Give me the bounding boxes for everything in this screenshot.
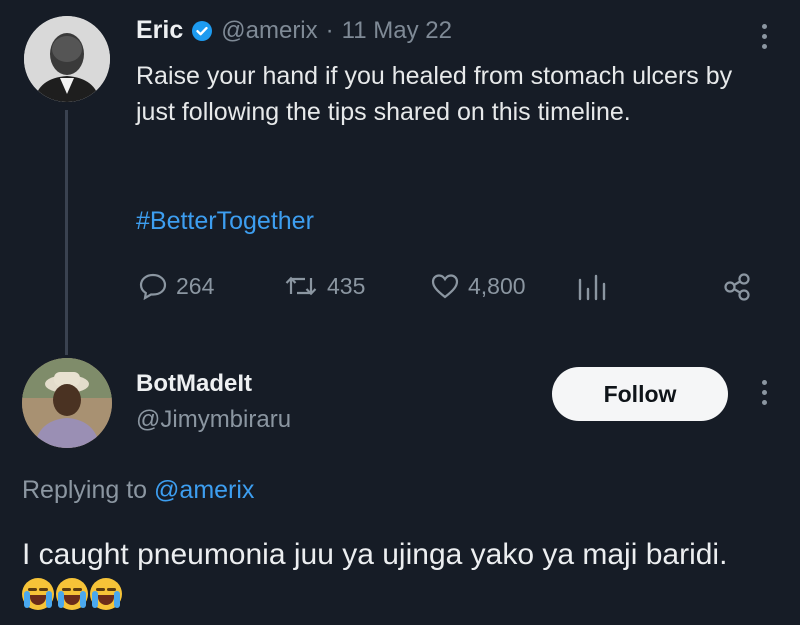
reply-author-name[interactable]: BotMadeIt [136,370,252,398]
reply-text-block: I caught pneumonia juu ya ujinga yako ya… [22,534,782,618]
follow-button[interactable]: Follow [552,367,728,421]
replying-to-line: Replying to @amerix [22,476,254,505]
tweet-hashtag[interactable]: #BetterTogether [136,207,314,236]
replying-to-handle[interactable]: @amerix [154,476,254,504]
reply-author-avatar[interactable] [22,358,112,448]
retweet-icon [285,276,317,296]
like-action[interactable]: 4,800 [430,272,526,300]
author-handle[interactable]: @amerix [221,17,317,45]
heart-icon [431,274,459,299]
reply-author-handle[interactable]: @Jimymbiraru [136,406,291,434]
replying-to-label: Replying to [22,476,148,504]
thread-connector-line [65,110,68,355]
tweet-date[interactable]: 11 May 22 [342,17,452,45]
loudly-crying-face-icon [22,578,124,613]
share-icon[interactable] [722,272,752,307]
reply-count: 264 [176,272,215,299]
tweet-text: Raise your hand if you healed from stoma… [136,62,733,126]
verified-badge-icon [191,20,213,42]
retweet-count: 435 [327,272,366,299]
author-avatar[interactable] [24,16,110,102]
retweet-action[interactable]: 435 [283,272,365,300]
reply-action[interactable]: 264 [138,272,214,300]
reply-text: I caught pneumonia juu ya ujinga yako ya… [22,538,728,571]
meta-separator: · [325,16,334,44]
tweet-more-options-icon[interactable] [762,24,768,49]
author-name[interactable]: Eric [136,16,183,45]
reply-icon [139,273,167,300]
views-analytics-icon[interactable] [575,272,609,307]
like-count: 4,800 [468,272,526,299]
reply-more-options-icon[interactable] [762,380,768,405]
